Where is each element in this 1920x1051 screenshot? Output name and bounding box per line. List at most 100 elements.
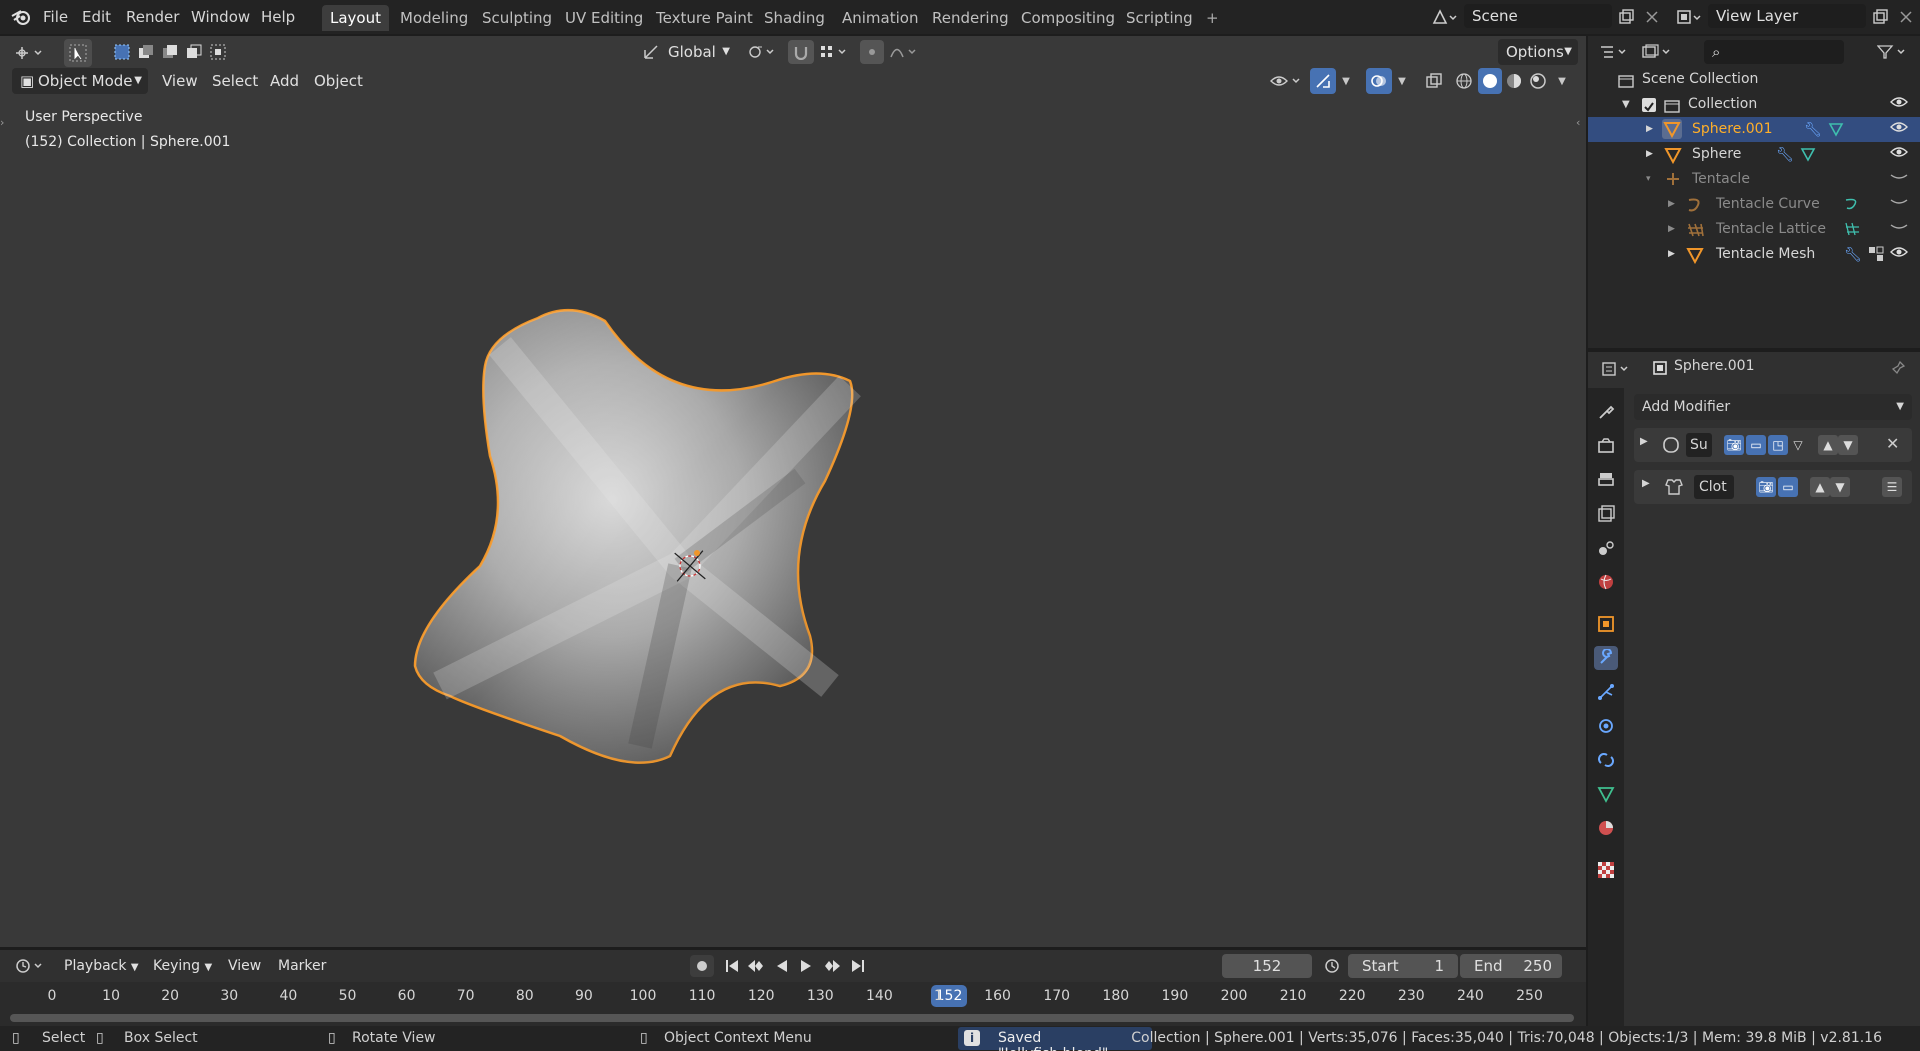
new-scene-icon[interactable] — [1614, 5, 1638, 29]
material-tab-icon[interactable] — [1594, 816, 1618, 840]
select-tool-icon[interactable] — [64, 39, 92, 67]
menu-window[interactable]: Window — [186, 6, 255, 28]
record-icon[interactable] — [690, 955, 714, 977]
viewport-menu-add[interactable]: Add — [262, 68, 307, 94]
pin-icon[interactable] — [1888, 358, 1908, 378]
expand-arrow-icon[interactable]: ▶ — [1642, 478, 1650, 489]
outliner-row-scene-collection[interactable]: Scene Collection — [1588, 67, 1920, 92]
cage-toggle-icon[interactable]: ▽ — [1788, 435, 1808, 455]
wrench-icon[interactable]: 🔧︎ — [1844, 243, 1862, 268]
physics-tab-icon[interactable] — [1594, 714, 1618, 738]
timeline-editor-type-icon[interactable] — [12, 954, 48, 978]
outliner-row-tentacle[interactable]: ▾ Tentacle — [1588, 167, 1920, 192]
collapse-arrow-icon[interactable]: ▼ — [1622, 92, 1630, 117]
select-mode-intersect-icon[interactable] — [206, 40, 230, 64]
checkbox-icon[interactable] — [1642, 98, 1656, 112]
select-mode-new-icon[interactable] — [110, 40, 134, 64]
expand-arrow-icon[interactable]: ▶ — [1668, 217, 1675, 242]
timeline-menu-playback[interactable]: Playback ▼ — [58, 954, 145, 978]
constraints-tab-icon[interactable] — [1594, 748, 1618, 772]
jump-start-icon[interactable] — [720, 955, 744, 977]
move-down-icon[interactable]: ▼ — [1830, 477, 1850, 497]
current-frame-field[interactable]: 152 — [1222, 954, 1312, 978]
delete-view-layer-icon[interactable] — [1894, 5, 1918, 29]
wrench-icon[interactable]: 🔧︎ — [1804, 118, 1822, 143]
move-down-icon[interactable]: ▼ — [1838, 435, 1858, 455]
pivot-point-icon[interactable] — [744, 40, 780, 64]
overlays-toggle-icon[interactable] — [1366, 68, 1392, 94]
snap-toggle-icon[interactable] — [788, 40, 814, 64]
view-layer-name-field[interactable]: View Layer — [1708, 4, 1866, 28]
play-reverse-icon[interactable] — [770, 955, 794, 977]
move-up-icon[interactable]: ▲ — [1810, 477, 1830, 497]
transform-orientation-dropdown[interactable]: Global ▼ — [660, 39, 734, 65]
tab-texture-paint[interactable]: Texture Paint — [648, 5, 761, 31]
display-mode-icon[interactable] — [1638, 40, 1674, 64]
eye-closed-icon[interactable] — [1890, 192, 1908, 217]
outliner-search-input[interactable]: ⌕ — [1704, 40, 1844, 64]
new-view-layer-icon[interactable] — [1868, 5, 1892, 29]
tab-scripting[interactable]: Scripting — [1118, 5, 1201, 31]
options-dropdown[interactable]: Options ▼ — [1498, 39, 1578, 65]
scene-tab-icon[interactable] — [1594, 536, 1618, 560]
outliner-row-sphere[interactable]: ▶ Sphere 🔧︎ — [1588, 142, 1920, 167]
select-mode-difference-icon[interactable] — [182, 40, 206, 64]
menu-edit[interactable]: Edit — [77, 6, 116, 28]
properties-editor-type-icon[interactable] — [1598, 356, 1634, 382]
outliner-row-tentacle-curve[interactable]: ▶ Tentacle Curve — [1588, 192, 1920, 217]
outliner-row-tentacle-mesh[interactable]: ▶ Tentacle Mesh 🔧︎ — [1588, 242, 1920, 267]
timeline-menu-keying[interactable]: Keying ▼ — [147, 954, 218, 978]
render-toggle-icon[interactable]: 📷︎ — [1756, 477, 1776, 497]
texture-tab-icon[interactable] — [1594, 858, 1618, 882]
viewport-toggle-icon[interactable]: ▭ — [1746, 435, 1766, 455]
expand-arrow-icon[interactable]: ▶ — [1668, 192, 1675, 217]
modifier-cloth-panel[interactable]: ▶ Clot 📷︎ ▭ ▲ ▼ ☰ — [1634, 470, 1912, 504]
timeline-menu-view[interactable]: View — [222, 954, 267, 978]
proportional-falloff-icon[interactable] — [886, 40, 922, 64]
menu-help[interactable]: Help — [256, 6, 300, 28]
tab-animation[interactable]: Animation — [834, 5, 926, 31]
add-workspace-button[interactable]: + — [1198, 5, 1227, 31]
eye-icon[interactable] — [1890, 118, 1908, 143]
object-tab-icon[interactable] — [1594, 612, 1618, 636]
wireframe-shading-icon[interactable] — [1452, 68, 1476, 94]
jump-keyframe-back-icon[interactable] — [744, 955, 768, 977]
outliner-row-collection[interactable]: ▼ Collection — [1588, 92, 1920, 117]
delete-scene-icon[interactable] — [1640, 5, 1664, 29]
transform-orientation-icon[interactable] — [640, 40, 662, 64]
menu-file[interactable]: File — [38, 6, 73, 28]
outliner-row-sphere-001[interactable]: ▶ Sphere.001 🔧︎ — [1588, 117, 1920, 142]
shading-dropdown-icon[interactable]: ▼ — [1552, 68, 1572, 94]
gizmo-toggle-icon[interactable] — [1310, 68, 1336, 94]
modifier-subdivision-panel[interactable]: ▶ Su 📷︎ ▭ ◳ ▽ ▲ ▼ ✕ — [1634, 428, 1912, 462]
view-layer-tab-icon[interactable] — [1594, 502, 1618, 526]
3d-viewport[interactable]: Global ▼ Options ▼ ▣ Object Mode ▼ View Sele… — [0, 36, 1586, 947]
output-tab-icon[interactable] — [1594, 468, 1618, 492]
add-modifier-dropdown[interactable]: Add Modifier ▼ — [1634, 394, 1912, 420]
snap-target-icon[interactable] — [816, 40, 852, 64]
jump-end-icon[interactable] — [846, 955, 870, 977]
viewport-toggle-icon[interactable]: ▭ — [1778, 477, 1798, 497]
timeline-scrollbar[interactable] — [10, 1014, 1574, 1022]
material-preview-icon[interactable] — [1502, 68, 1526, 94]
editmode-toggle-icon[interactable]: ◳ — [1768, 435, 1788, 455]
expand-arrow-icon[interactable]: ▶ — [1646, 142, 1653, 167]
render-tab-icon[interactable] — [1594, 434, 1618, 458]
tab-layout[interactable]: Layout — [322, 5, 389, 31]
particles-tab-icon[interactable] — [1594, 680, 1618, 704]
select-mode-subtract-icon[interactable] — [158, 40, 182, 64]
preview-range-icon[interactable] — [1320, 954, 1344, 978]
timeline-menu-marker[interactable]: Marker — [272, 954, 332, 978]
tab-rendering[interactable]: Rendering — [924, 5, 1017, 31]
tab-uv-editing[interactable]: UV Editing — [557, 5, 651, 31]
tab-modeling[interactable]: Modeling — [392, 5, 476, 31]
modifier-name-field[interactable]: Clot — [1694, 475, 1734, 499]
jellyfish-object[interactable] — [380, 266, 980, 866]
render-toggle-icon[interactable]: 📷︎ — [1724, 435, 1744, 455]
expand-arrow-icon[interactable]: ▶ — [1668, 242, 1675, 267]
end-frame-field[interactable]: End 250 — [1460, 954, 1562, 978]
jump-keyframe-forward-icon[interactable] — [820, 955, 844, 977]
expand-arrow-icon[interactable]: ▶ — [1640, 436, 1648, 447]
data-tab-icon[interactable] — [1594, 782, 1618, 806]
eye-icon[interactable] — [1890, 93, 1908, 118]
